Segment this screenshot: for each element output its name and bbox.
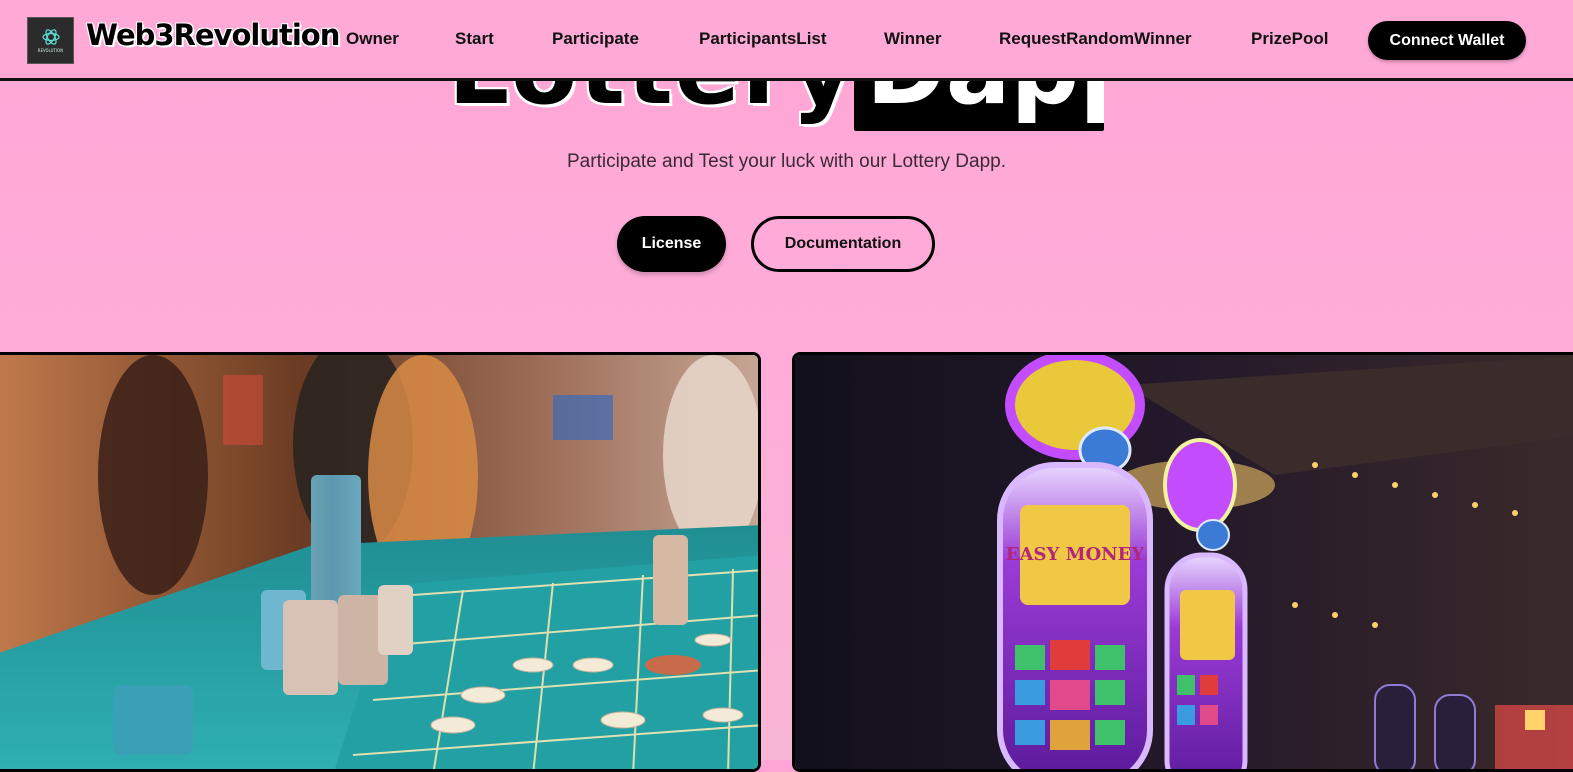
navbar: REVOLUTION Web3Revolution Owner Start Pa…	[0, 0, 1573, 81]
nav-participate[interactable]: Participate	[552, 29, 639, 49]
atom-logo-icon	[41, 29, 60, 45]
brand-name[interactable]: Web3Revolution	[86, 18, 340, 52]
license-button[interactable]: License	[617, 216, 726, 272]
slot-machines-image: EASY MONEY	[792, 352, 1573, 772]
roulette-photo-illustration	[0, 355, 758, 769]
nav-winner[interactable]: Winner	[884, 29, 941, 49]
logo[interactable]: REVOLUTION	[27, 17, 74, 64]
logo-text: REVOLUTION	[37, 48, 64, 53]
documentation-button[interactable]: Documentation	[751, 216, 935, 272]
nav-request-random-winner[interactable]: RequestRandomWinner	[999, 29, 1192, 49]
slot-sign-text: EASY MONEY	[1006, 544, 1146, 565]
slot-machines-photo-illustration: EASY MONEY	[795, 355, 1573, 769]
nav-owner[interactable]: Owner	[346, 29, 399, 49]
nav-start[interactable]: Start	[455, 29, 494, 49]
casino-roulette-image	[0, 352, 761, 772]
nav-prize-pool[interactable]: PrizePool	[1251, 29, 1328, 49]
nav-participants-list[interactable]: ParticipantsList	[699, 29, 827, 49]
connect-wallet-button[interactable]: Connect Wallet	[1368, 21, 1526, 60]
hero-subtitle: Participate and Test your luck with our …	[567, 151, 1006, 172]
